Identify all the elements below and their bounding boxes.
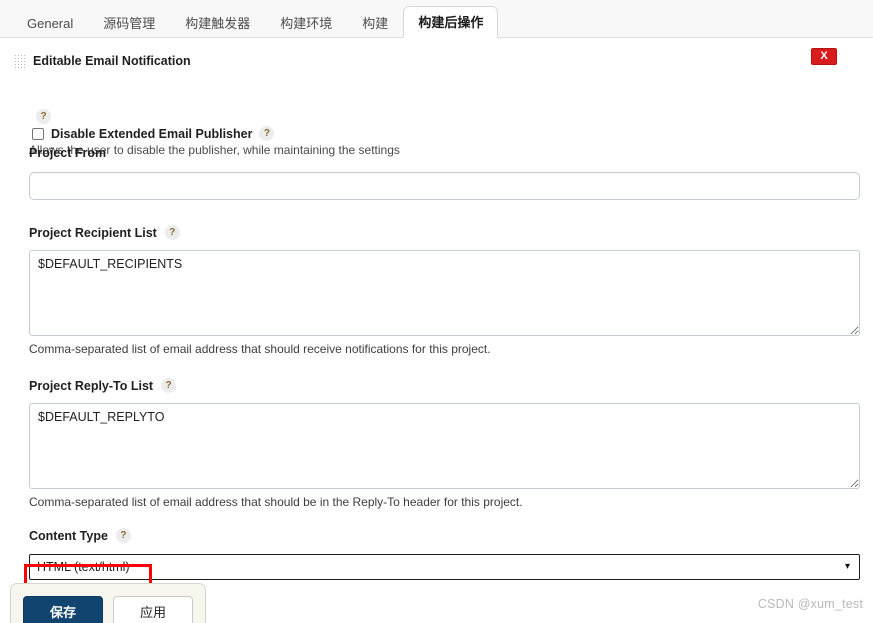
close-icon[interactable]: X xyxy=(811,48,837,65)
tab-source-management[interactable]: 源码管理 xyxy=(88,8,170,38)
project-reply-to-list-help-text: Comma-separated list of email address th… xyxy=(29,495,523,509)
project-from-label-text: Project From xyxy=(29,146,107,160)
drag-handle-icon[interactable] xyxy=(14,54,25,68)
disable-publisher-row[interactable]: Disable Extended Email Publisher ? xyxy=(32,126,275,141)
content-type-select-wrap: HTML (text/html)Plain Text (text/plain)B… xyxy=(29,554,860,580)
help-icon[interactable]: ? xyxy=(161,378,177,393)
disable-publisher-checkbox[interactable] xyxy=(32,127,44,140)
content-type-label-text: Content Type xyxy=(29,528,108,543)
form-footer-bar: 保存 应用 xyxy=(10,583,206,623)
project-from-field: Project From xyxy=(29,146,860,200)
content-type-select[interactable]: HTML (text/html)Plain Text (text/plain)B… xyxy=(29,554,860,580)
project-recipient-list-label: Project Recipient List ? xyxy=(29,225,860,240)
content-type-field: Content Type ? HTML (text/html)Plain Tex… xyxy=(29,528,860,580)
section-header: Editable Email Notification xyxy=(14,54,191,68)
project-from-label: Project From xyxy=(29,146,860,160)
help-icon[interactable]: ? xyxy=(259,126,275,141)
project-reply-to-list-label-text: Project Reply-To List xyxy=(29,378,154,393)
project-from-input[interactable] xyxy=(29,172,860,200)
project-recipient-list-help-text: Comma-separated list of email address th… xyxy=(29,342,491,356)
save-button[interactable]: 保存 xyxy=(23,596,103,623)
project-reply-to-list-textarea[interactable] xyxy=(29,403,860,489)
tab-general[interactable]: General xyxy=(12,8,88,38)
tab-build-environment[interactable]: 构建环境 xyxy=(265,8,347,38)
section-title: Editable Email Notification xyxy=(33,54,191,68)
project-recipient-list-field: Project Recipient List ? Comma-separated… xyxy=(29,225,860,356)
project-reply-to-list-label: Project Reply-To List ? xyxy=(29,378,860,393)
project-recipient-list-label-text: Project Recipient List xyxy=(29,225,157,240)
tab-build-triggers[interactable]: 构建触发器 xyxy=(170,8,265,38)
section-help-row: ? xyxy=(36,108,51,126)
apply-button[interactable]: 应用 xyxy=(113,596,193,623)
post-build-actions-panel: X Editable Email Notification ? Disable … xyxy=(0,38,873,623)
watermark: CSDN @xum_test xyxy=(757,597,863,611)
disable-publisher-label: Disable Extended Email Publisher xyxy=(51,126,253,141)
help-icon[interactable]: ? xyxy=(36,109,51,125)
tab-build[interactable]: 构建 xyxy=(347,8,403,38)
help-icon[interactable]: ? xyxy=(164,225,180,240)
project-recipient-list-textarea[interactable] xyxy=(29,250,860,336)
config-tab-bar: General 源码管理 构建触发器 构建环境 构建 构建后操作 xyxy=(0,0,873,38)
page-root: General 源码管理 构建触发器 构建环境 构建 构建后操作 X Edita… xyxy=(0,0,873,623)
help-icon[interactable]: ? xyxy=(115,528,131,543)
project-reply-to-list-field: Project Reply-To List ? Comma-separated … xyxy=(29,378,860,509)
tab-post-build-actions[interactable]: 构建后操作 xyxy=(403,6,499,38)
content-type-label: Content Type ? xyxy=(29,528,860,543)
